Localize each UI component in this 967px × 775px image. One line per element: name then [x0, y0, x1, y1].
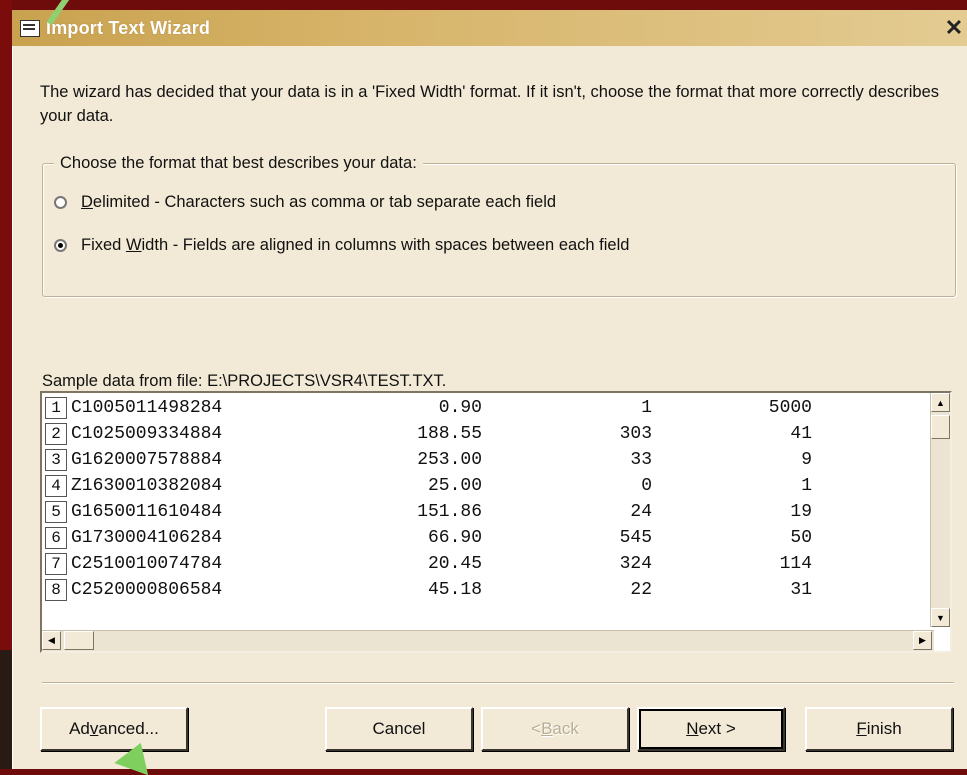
radio-fixed-width-label-rest: idth - Fields are aligned in columns wit… [141, 236, 630, 254]
sample-data-grid[interactable]: 1 C1005011498284 0.90 1 5000 2 C1025009334884… [40, 391, 952, 653]
cell: 114 [779, 554, 812, 574]
cell: G1620007578884 [71, 450, 223, 470]
table-row: 1 C1005011498284 0.90 1 5000 [42, 395, 932, 421]
row-number[interactable]: 4 [45, 475, 67, 497]
cell: 545 [619, 528, 652, 548]
table-row: 8 C2520000806584 45.18 22 31 [42, 577, 932, 603]
window-title: Import Text Wizard [46, 17, 211, 38]
cell: 188.55 [417, 424, 482, 444]
cell: 324 [619, 554, 652, 574]
radio-delimited[interactable]: Delimited - Characters such as comma or … [54, 193, 556, 212]
table-row: 2 C1025009334884 188.55 303 41 [42, 421, 932, 447]
sample-data-label: Sample data from file: E:\PROJECTS\VSR4\… [42, 372, 447, 390]
sample-rows: 1 C1005011498284 0.90 1 5000 2 C1025009334884… [42, 395, 932, 603]
table-icon [20, 19, 40, 37]
cell: 41 [790, 424, 812, 444]
table-row: 3 G1620007578884 253.00 33 9 [42, 447, 932, 473]
cell: 20.45 [427, 554, 482, 574]
cell: 1 [801, 476, 812, 496]
cell: 19 [790, 502, 812, 522]
horizontal-scroll-thumb[interactable] [64, 631, 94, 650]
cell: 0.90 [438, 398, 482, 418]
radio-delimited-accel: D [81, 193, 93, 211]
finish-accel: F [856, 719, 867, 738]
scroll-right-arrow-icon[interactable]: ▶ [913, 631, 932, 650]
format-groupbox [42, 163, 956, 297]
advanced-label-pre: Ad [69, 719, 90, 738]
vertical-scrollbar[interactable]: ▲ ▼ [930, 393, 950, 627]
cell: Z1630010382084 [71, 476, 223, 496]
table-row: 5 G1650011610484 151.86 24 19 [42, 499, 932, 525]
radio-delimited-label-rest: elimited - Characters such as comma or t… [92, 193, 557, 211]
cell: 0 [641, 476, 652, 496]
horizontal-scrollbar[interactable]: ◀ ▶ [42, 630, 934, 651]
radio-delimited-button[interactable] [54, 196, 67, 209]
scroll-down-arrow-icon[interactable]: ▼ [931, 608, 950, 627]
close-icon[interactable]: ✕ [941, 16, 967, 40]
finish-button[interactable]: Finish [805, 707, 953, 751]
cell: 253.00 [417, 450, 482, 470]
back-accel: B [541, 719, 553, 738]
back-label-rest: ack [552, 719, 579, 738]
cell: G1730004106284 [71, 528, 223, 548]
cell: 9 [801, 450, 812, 470]
row-number[interactable]: 6 [45, 527, 67, 549]
row-number[interactable]: 8 [45, 579, 67, 601]
radio-delimited-label: Delimited - Characters such as comma or … [81, 193, 556, 212]
row-number[interactable]: 3 [45, 449, 67, 471]
radio-fixed-width-button[interactable] [54, 239, 67, 252]
title-bar[interactable]: Import Text Wizard ✕ [12, 10, 967, 46]
advanced-button[interactable]: Ad v anced... [40, 707, 188, 751]
back-button[interactable]: < Back [481, 707, 629, 751]
row-number[interactable]: 1 [45, 397, 67, 419]
row-number[interactable]: 7 [45, 553, 67, 575]
cell: 45.18 [427, 580, 482, 600]
import-text-wizard-dialog: Import Text Wizard ✕ The wizard has deci… [12, 10, 967, 769]
cell: C1025009334884 [71, 424, 223, 444]
next-label-rest: ext > [698, 719, 736, 738]
scroll-left-arrow-icon[interactable]: ◀ [42, 631, 61, 650]
vertical-scroll-thumb[interactable] [931, 415, 950, 439]
row-number[interactable]: 5 [45, 501, 67, 523]
radio-fixed-width-accel: W [125, 236, 142, 254]
table-row: 4 Z1630010382084 25.00 0 1 [42, 473, 932, 499]
cell: G1650011610484 [71, 502, 223, 522]
back-label-pre: < [531, 719, 542, 738]
cell: 5000 [768, 398, 812, 418]
radio-fixed-width-label-pre: Fixed [81, 236, 126, 254]
cell: 25.00 [427, 476, 482, 496]
divider [42, 682, 954, 684]
advanced-accel: v [89, 719, 99, 738]
cancel-button[interactable]: Cancel [325, 707, 473, 751]
cell: 33 [630, 450, 652, 470]
next-button[interactable]: Next > [637, 707, 785, 751]
cell: 24 [630, 502, 652, 522]
cell: 303 [619, 424, 652, 444]
row-number[interactable]: 2 [45, 423, 67, 445]
cell: 31 [790, 580, 812, 600]
cell: 22 [630, 580, 652, 600]
next-accel: N [686, 719, 699, 738]
cell: C2510010074784 [71, 554, 223, 574]
cell: 50 [790, 528, 812, 548]
cell: 66.90 [427, 528, 482, 548]
radio-fixed-width[interactable]: Fixed Width - Fields are aligned in colu… [54, 236, 629, 255]
table-row: 6 G1730004106284 66.90 545 50 [42, 525, 932, 551]
table-row: 7 C2510010074784 20.45 324 114 [42, 551, 932, 577]
finish-label-rest: inish [866, 719, 902, 738]
cell: 1 [641, 398, 652, 418]
cell: C2520000806584 [71, 580, 223, 600]
cancel-label: Cancel [372, 719, 426, 738]
scroll-up-arrow-icon[interactable]: ▲ [931, 393, 950, 412]
radio-fixed-width-label: Fixed Width - Fields are aligned in colu… [81, 236, 629, 255]
advanced-label-rest: anced... [98, 719, 159, 738]
cell: 151.86 [417, 502, 482, 522]
intro-text: The wizard has decided that your data is… [40, 83, 940, 125]
format-group-legend: Choose the format that best describes yo… [54, 154, 423, 173]
cell: C1005011498284 [71, 398, 223, 418]
